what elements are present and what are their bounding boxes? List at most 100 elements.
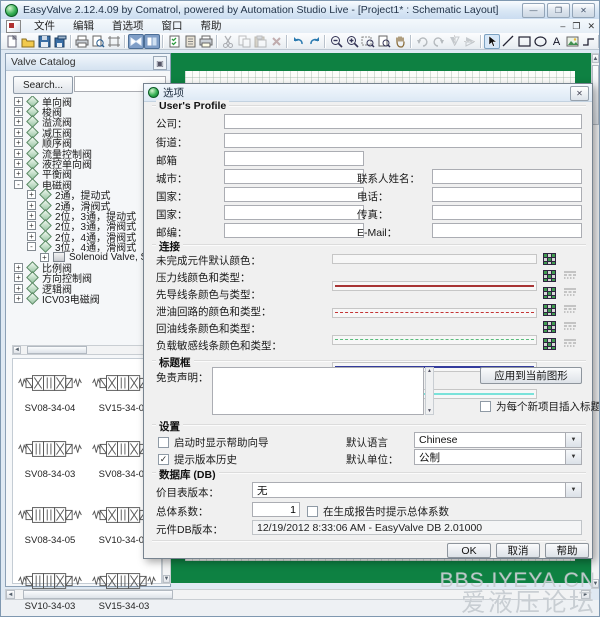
rotate-right-icon[interactable] [430,34,446,49]
dialog-close-icon[interactable]: ✕ [570,86,589,101]
collapse-icon[interactable]: - [27,242,36,251]
expand-icon[interactable]: + [27,211,36,220]
scroll-down-icon[interactable]: ▼ [592,579,599,588]
draw-rectangle-icon[interactable] [516,34,532,49]
chevron-down-icon[interactable]: ▼ [565,450,581,464]
scroll-down-icon[interactable]: ▼ [163,575,170,583]
mdi-restore-button[interactable]: ❐ [572,21,580,32]
zoom-in-icon[interactable] [344,34,360,49]
pan-hand-icon[interactable] [392,34,408,49]
pricelist-dropdown[interactable]: 无 ▼ [252,482,582,498]
restore-button[interactable]: ❐ [547,3,570,18]
fax-input[interactable] [432,205,582,220]
wizard-checkbox-row[interactable]: 启动时显示帮助向导 [158,435,269,450]
contact-input[interactable] [432,169,582,184]
expand-icon[interactable]: + [14,97,23,106]
company-input[interactable] [224,114,582,129]
textarea-scrollbar[interactable]: ▲▼ [425,367,434,415]
zoom-window-icon[interactable] [360,34,376,49]
help-button[interactable]: 帮助 [545,543,589,558]
pin-icon[interactable]: ▣ [153,56,167,70]
ok-button[interactable]: OK [447,543,491,558]
expand-icon[interactable]: + [14,149,23,158]
line-type-icon[interactable] [562,286,577,299]
zip-input[interactable] [224,223,364,238]
print-preview-icon[interactable] [90,34,106,49]
country-input[interactable] [224,205,364,220]
menu-window[interactable]: 窗口 [153,19,192,33]
email-input[interactable] [432,223,582,238]
state-input[interactable] [224,187,364,202]
expand-icon[interactable]: + [27,221,36,230]
valve-catalog-toggle-icon[interactable] [128,34,144,49]
vscroll-thumb[interactable] [592,65,599,125]
disclaimer-textarea[interactable] [212,367,424,415]
expand-icon[interactable]: + [14,284,23,293]
draw-line-icon[interactable] [500,34,516,49]
chevron-down-icon[interactable]: ▼ [565,433,581,447]
insert-text-icon[interactable]: A [548,34,564,49]
valve-thumbnail[interactable]: SV08-34-03 [13,431,87,495]
zoom-page-icon[interactable] [376,34,392,49]
expand-icon[interactable]: + [14,294,23,303]
redo-icon[interactable] [306,34,322,49]
scroll-down-icon[interactable]: ▼ [427,408,432,414]
catalog-title-bar[interactable]: Valve Catalog ▣ [6,54,170,71]
collapse-icon[interactable]: - [14,180,23,189]
page-setup-icon[interactable] [106,34,122,49]
menu-file[interactable]: 文件 [25,19,64,33]
valve-thumbnail[interactable]: SV08-34-04 [13,365,87,429]
cancel-button[interactable]: 取消 [496,543,540,558]
new-file-icon[interactable] [4,34,20,49]
color-picker-icon[interactable] [542,303,557,316]
draw-ellipse-icon[interactable] [532,34,548,49]
line-type-icon[interactable] [562,320,577,333]
expand-icon[interactable]: + [14,273,23,282]
undo-icon[interactable] [290,34,306,49]
zoom-out-icon[interactable] [328,34,344,49]
line-type-icon[interactable] [562,269,577,282]
insert-titleblock-checkbox-row[interactable]: 为每个新项目插入标题栏 [480,399,600,414]
valve-thumbnail[interactable]: SV08-34-05 [13,497,87,561]
color-picker-icon[interactable] [542,252,557,265]
valve-thumbnail[interactable]: SV15-34-03 [87,563,161,617]
menu-help[interactable]: 帮助 [192,19,231,33]
expand-icon[interactable]: + [27,190,36,199]
expand-icon[interactable]: + [14,169,23,178]
mdi-close-button[interactable]: ✕ [587,21,595,32]
minimize-button[interactable]: — [522,3,545,18]
factor-input[interactable] [252,502,300,517]
checkbox-unchecked-icon[interactable] [480,401,491,412]
phone-input[interactable] [432,187,582,202]
color-picker-icon[interactable] [542,286,557,299]
hscroll-thumb[interactable] [27,346,87,354]
expand-icon[interactable]: + [27,201,36,210]
checkbox-checked-icon[interactable]: ✓ [158,454,169,465]
rotate-left-icon[interactable] [414,34,430,49]
flip-vertical-icon[interactable] [446,34,462,49]
default-language-dropdown[interactable]: Chinese ▼ [414,432,582,448]
mailbox-input[interactable] [224,151,364,166]
line-type-icon[interactable] [562,303,577,316]
document-icon[interactable] [6,20,21,33]
expand-icon[interactable]: + [14,117,23,126]
expand-icon[interactable]: + [27,232,36,241]
color-picker-icon[interactable] [542,269,557,282]
paste-icon[interactable] [252,34,268,49]
expand-icon[interactable]: + [14,138,23,147]
expand-icon[interactable]: + [14,263,23,272]
open-folder-icon[interactable] [20,34,36,49]
city-input[interactable] [224,169,364,184]
delete-icon[interactable] [268,34,284,49]
color-picker-icon[interactable] [542,337,557,350]
scroll-up-icon[interactable]: ▲ [427,368,432,374]
save-icon[interactable] [36,34,52,49]
history-checkbox-row[interactable]: ✓ 提示版本历史 [158,452,237,467]
factor-checkbox-row[interactable]: 在生成报告时提示总体系数 [307,504,449,519]
chevron-down-icon[interactable]: ▼ [565,483,581,497]
checkbox-unchecked-icon[interactable] [307,506,318,517]
valve-thumbnail[interactable]: SV10-34-03 [13,563,87,617]
scroll-up-icon[interactable]: ▲ [592,54,599,63]
expand-icon[interactable]: + [14,107,23,116]
expand-icon[interactable]: + [14,128,23,137]
